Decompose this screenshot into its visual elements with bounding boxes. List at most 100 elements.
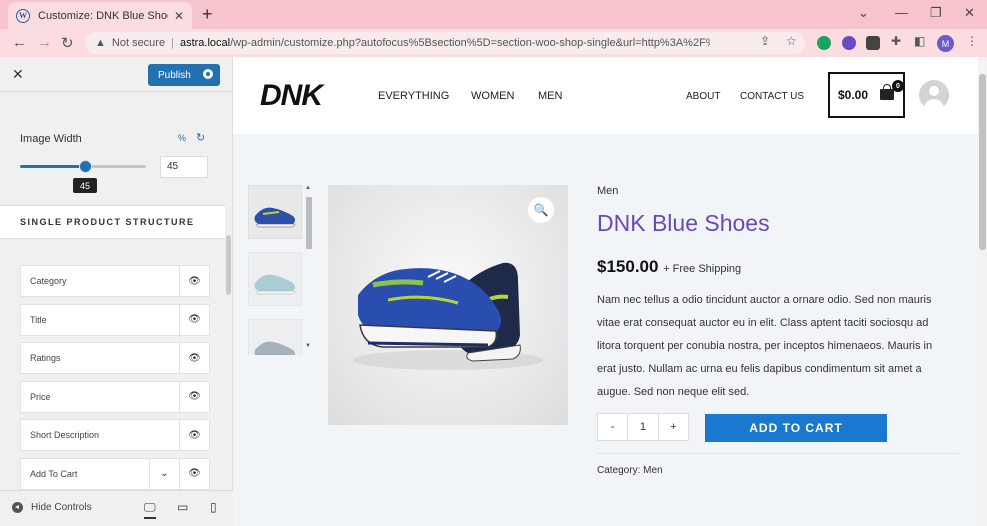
slider-fill [20,165,85,168]
eye-visibility-icon[interactable]: 👁 [179,420,209,451]
nav-everything[interactable]: EVERYTHING [378,90,449,102]
structure-item-label: Ratings [30,353,61,364]
structure-item[interactable]: Category 👁 [20,265,210,297]
unit-toggle[interactable]: % [178,133,186,143]
chevron-down-icon[interactable]: ⌄ [149,458,179,489]
eye-visibility-icon[interactable]: 👁 [179,304,209,335]
forward-arrow-icon[interactable]: → [37,34,52,51]
share-icon[interactable]: ⇪ [760,34,770,48]
minimize-icon[interactable]: — [895,5,908,20]
gallery-thumbnail[interactable] [248,252,302,306]
account-avatar-icon[interactable] [919,80,949,110]
structure-item-label: Category [30,276,67,286]
side-panel-icon[interactable]: ◧ [914,34,925,48]
add-to-cart-button[interactable]: ADD TO CART [705,414,887,442]
bookmark-star-icon[interactable]: ☆ [786,34,797,48]
reset-icon[interactable]: ↻ [196,131,205,144]
qty-minus-button[interactable]: - [598,421,627,433]
url-host: astra.local [179,37,231,49]
mobile-preview-icon[interactable]: ▯ [210,500,217,514]
hide-controls-button[interactable]: Hide Controls [12,502,92,513]
thumbnail-scrollbar[interactable]: ▲ ▼ [305,185,313,351]
shoe-thumbnail-image [254,207,296,228]
new-tab-button[interactable]: + [202,4,213,25]
warning-icon: ▲ [95,37,106,49]
nav-women[interactable]: WOMEN [471,90,514,102]
profile-avatar[interactable]: M [937,35,954,52]
url-path: /wp-admin/customize.php?autofocus%5Bsect… [230,37,710,49]
eye-visibility-icon[interactable]: 👁 [179,458,209,489]
cart-button[interactable]: $0.00 0 [828,72,905,118]
tablet-preview-icon[interactable]: ▭ [177,500,188,514]
quantity-input[interactable]: 1 [627,414,659,440]
tab-close-icon[interactable]: ✕ [174,9,184,23]
structure-item-label: Short Description [30,430,100,441]
url-field[interactable]: ▲ Not secure | astra.local/wp-admin/cust… [85,32,805,54]
gallery-thumbnail[interactable] [248,319,302,355]
cart-total: $0.00 [838,88,869,102]
structure-item[interactable]: Ratings 👁 [20,342,210,375]
structure-item[interactable]: Short Description 👁 [20,419,210,452]
address-bar: ← → ↻ ▲ Not secure | astra.local/wp-admi… [0,29,987,57]
meta-label: Category: [597,465,641,476]
thumbnail-scroll-thumb[interactable] [306,197,312,249]
structure-item[interactable]: Title 👁 [20,303,210,336]
shoe-thumbnail-image [254,274,296,295]
browser-tab[interactable]: W Customize: DNK Blue Shoes – ast ✕ [8,2,192,29]
publish-button[interactable]: Publish [148,64,220,86]
product-price: $150.00 [597,257,659,276]
extension-dark-icon[interactable] [866,36,880,50]
eye-visibility-icon[interactable]: 👁 [179,381,209,412]
image-width-input[interactable]: 45 [160,156,208,178]
product-main-image[interactable]: 🔍 [328,185,568,425]
extension-grammarly-icon[interactable] [817,36,831,50]
sidebar-scrollbar[interactable] [226,235,231,295]
kebab-menu-icon[interactable]: ⋮ [966,34,978,48]
customizer-footer: Hide Controls 🖵 ▭ ▯ [0,490,233,526]
url-separator: | [171,37,174,49]
extension-purple-icon[interactable] [842,36,856,50]
gallery-thumbnails [248,185,304,355]
preview-scrollbar[interactable] [978,57,987,526]
nav-contact-us[interactable]: CONTACT US [740,91,804,102]
cart-count-badge: 0 [892,80,904,92]
gear-icon[interactable] [203,69,213,79]
image-width-slider[interactable]: 45 [20,160,146,193]
close-customizer-icon[interactable]: ✕ [12,66,24,83]
structure-item[interactable]: Add To Cart ⌄ 👁 [20,457,210,490]
browser-tab-strip: W Customize: DNK Blue Shoes – ast ✕ + ⌄ … [0,0,987,29]
eye-visibility-icon[interactable]: 👁 [179,343,209,374]
reload-icon[interactable]: ↻ [61,34,74,52]
structure-item[interactable]: Price 👁 [20,380,210,413]
desktop-preview-icon[interactable]: 🖵 [144,500,156,519]
shoe-image [353,262,543,370]
tab-title: Customize: DNK Blue Shoes – ast [38,9,168,22]
back-arrow-icon[interactable]: ← [12,34,27,51]
restore-icon[interactable]: ❐ [930,5,942,21]
window-close-icon[interactable]: ✕ [964,5,975,21]
slider-thumb[interactable] [79,160,92,173]
site-header: DNK EVERYTHING WOMEN MEN ABOUT CONTACT U… [233,57,978,134]
site-logo[interactable]: DNK [260,79,323,113]
meta-category-link[interactable]: Men [643,465,662,476]
scroll-down-icon[interactable]: ▼ [305,343,311,349]
qty-plus-button[interactable]: + [659,421,688,433]
extensions-puzzle-icon[interactable]: ✚ [891,34,901,48]
hide-controls-label: Hide Controls [31,502,92,513]
eye-visibility-icon[interactable]: 👁 [179,266,209,296]
preview-scroll-thumb[interactable] [979,74,986,250]
structure-list: Category 👁 Title 👁 Ratings 👁 Price 👁 Short Descr… [20,265,210,497]
nav-about[interactable]: ABOUT [686,91,720,102]
gallery-thumbnail[interactable] [248,185,302,239]
structure-item-label: Add To Cart [30,468,78,479]
slider-tooltip: 45 [73,178,97,193]
nav-men[interactable]: MEN [538,90,562,102]
zoom-magnifier-icon[interactable]: 🔍 [528,197,554,223]
collapse-icon [12,502,23,513]
tab-search-chevron-icon[interactable]: ⌄ [858,5,869,21]
product-category[interactable]: Men [597,185,618,197]
product-meta: Category: Men [597,465,663,476]
structure-item-label: Title [30,314,47,325]
structure-item-label: Price [30,391,51,402]
scroll-up-icon[interactable]: ▲ [305,185,311,191]
